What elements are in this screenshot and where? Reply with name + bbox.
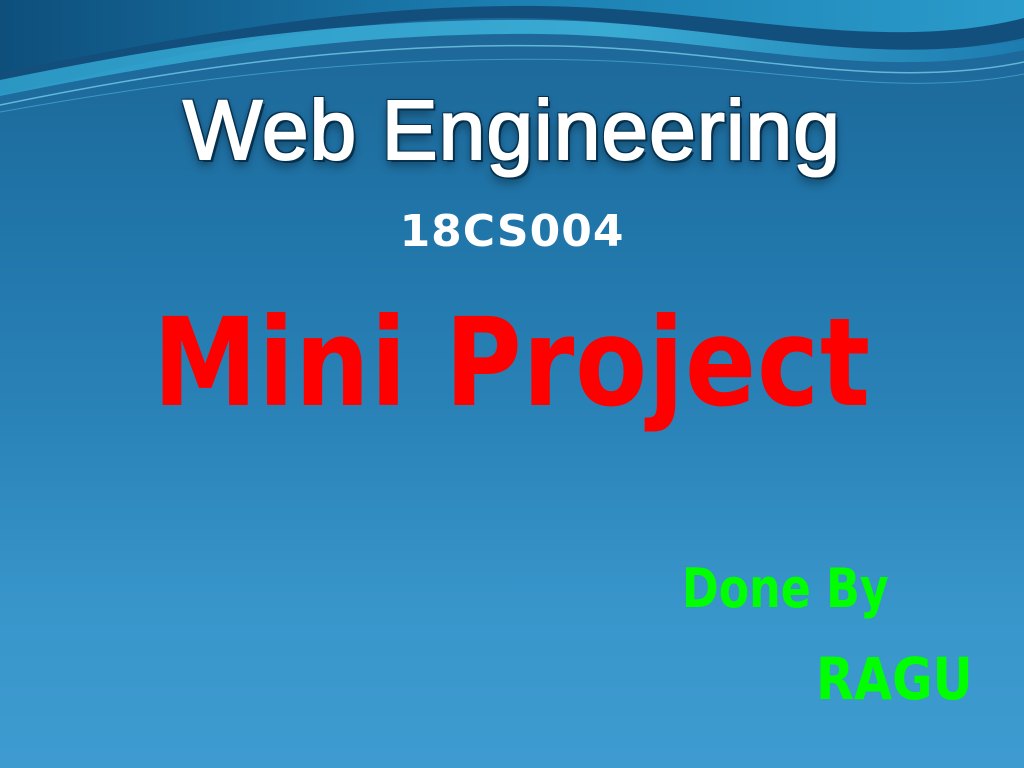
done-by-label: Done By (682, 557, 889, 620)
slide-headline: Mini Project (152, 292, 872, 434)
presentation-slide: Web Engineering 18CS004 Mini Project Don… (0, 0, 1024, 768)
slide-title: Web Engineering (182, 83, 841, 177)
course-code: 18CS004 (399, 206, 625, 257)
author-name: RAGU (816, 645, 973, 713)
